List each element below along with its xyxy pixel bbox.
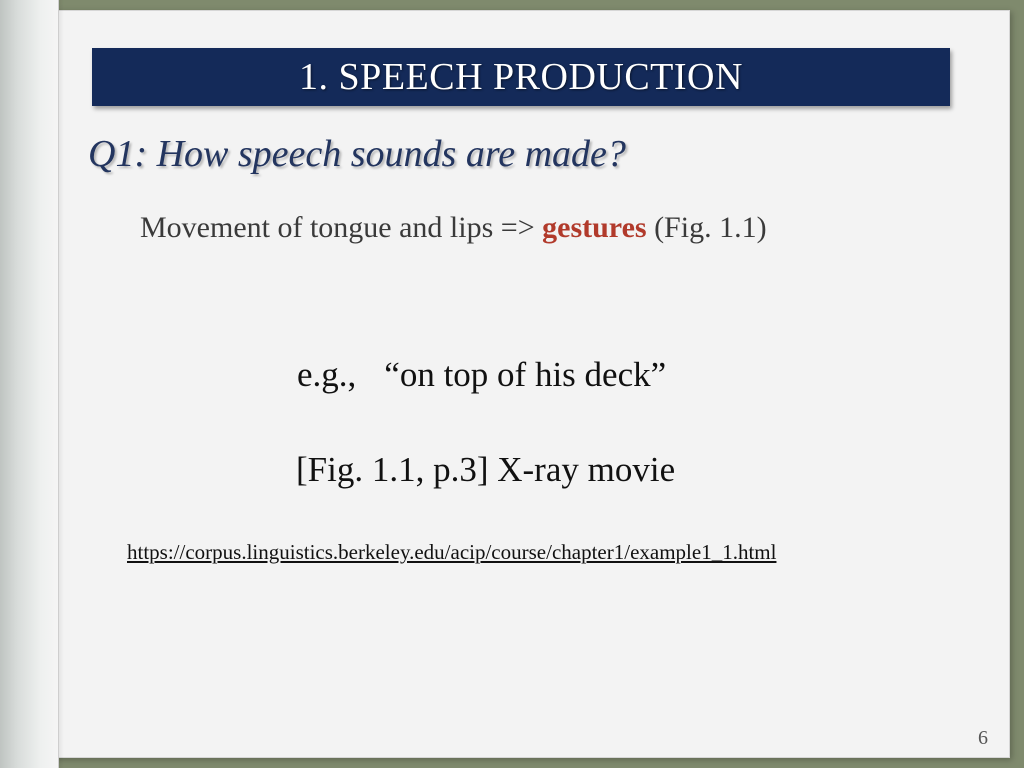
page-number: 6 bbox=[978, 727, 988, 749]
bullet-line: Movement of tongue and lips => gestures … bbox=[140, 211, 767, 245]
page-curl-decoration bbox=[0, 0, 64, 768]
question-heading: Q1: How speech sounds are made? bbox=[88, 133, 626, 175]
example-label: e.g., bbox=[297, 355, 357, 394]
bullet-suffix: (Fig. 1.1) bbox=[646, 211, 767, 244]
gestures-highlight: gestures bbox=[542, 211, 647, 244]
title-bar: 1. SPEECH PRODUCTION bbox=[92, 48, 950, 106]
example-link[interactable]: https://corpus.linguistics.berkeley.edu/… bbox=[127, 540, 776, 565]
slide-title: 1. SPEECH PRODUCTION bbox=[299, 56, 743, 98]
example-phrase: “on top of his deck” bbox=[384, 355, 667, 394]
figure-reference: [Fig. 1.1, p.3] X-ray movie bbox=[296, 450, 676, 489]
frame-right bbox=[1010, 0, 1024, 768]
slide: 1. SPEECH PRODUCTION Q1: How speech soun… bbox=[0, 0, 1024, 768]
example-line: e.g., “on top of his deck” bbox=[297, 355, 666, 395]
bullet-prefix: Movement of tongue and lips => bbox=[140, 211, 543, 244]
